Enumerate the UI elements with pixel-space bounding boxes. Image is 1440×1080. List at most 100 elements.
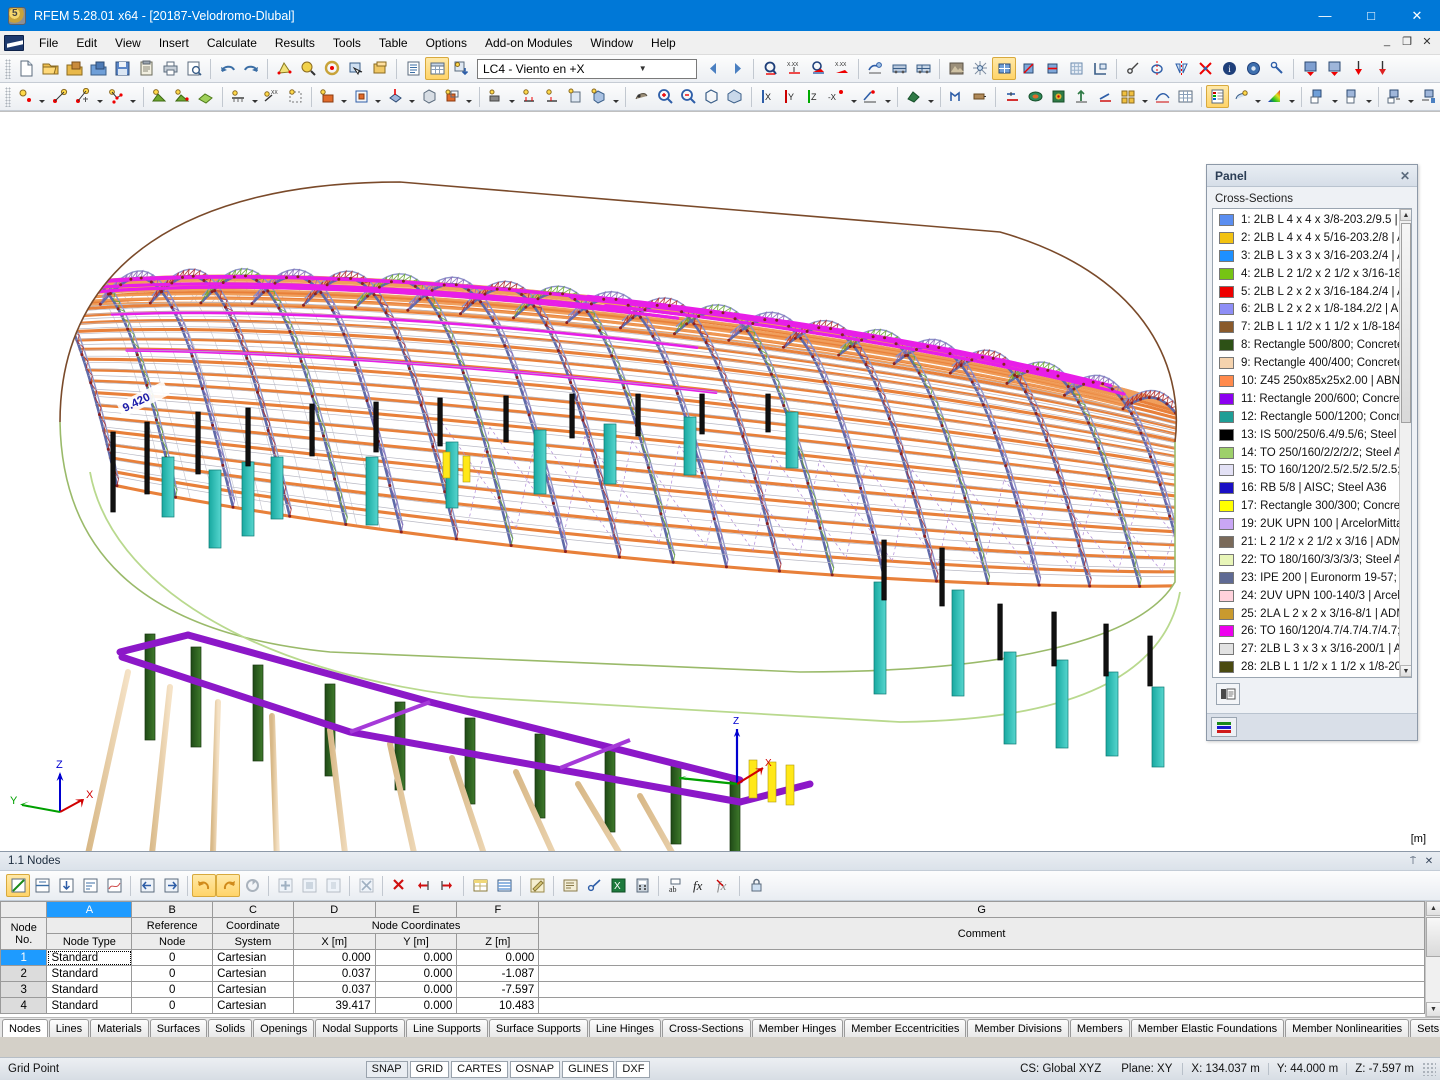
- colors-button[interactable]: [1229, 85, 1252, 108]
- table-paste-button[interactable]: [321, 874, 345, 897]
- tab-member-eccentricities[interactable]: Member Eccentricities: [844, 1019, 966, 1037]
- show-nodes-button[interactable]: [992, 57, 1016, 80]
- table-row[interactable]: 2Standard0Cartesian0.0370.000-1.087: [1, 966, 1425, 982]
- node-type-cell[interactable]: Standard: [47, 950, 132, 966]
- z-coordinate-cell[interactable]: 10.483: [457, 998, 539, 1014]
- tab-line-supports[interactable]: Line Supports: [406, 1019, 488, 1037]
- load-case-new-button[interactable]: [449, 57, 473, 80]
- select-objects-button[interactable]: [344, 57, 368, 80]
- menu-calculate[interactable]: Calculate: [198, 33, 266, 53]
- snap-settings-button[interactable]: [1088, 57, 1112, 80]
- load-values-button[interactable]: X.XX: [782, 57, 806, 80]
- new-window-button[interactable]: [368, 57, 392, 80]
- status-toggle-snap[interactable]: SNAP: [366, 1061, 408, 1078]
- cross-section-row[interactable]: 8: Rectangle 500/800; Concrete f': [1213, 336, 1411, 354]
- rotate-button[interactable]: [1145, 57, 1169, 80]
- tab-line-hinges[interactable]: Line Hinges: [589, 1019, 661, 1037]
- table-calculator-button[interactable]: [630, 874, 654, 897]
- open-file-button[interactable]: [38, 57, 62, 80]
- delete-selection-button[interactable]: [1193, 57, 1217, 80]
- view-x-button[interactable]: X: [756, 85, 779, 108]
- zoom-extents-button[interactable]: [700, 85, 723, 108]
- scroll-up-arrow[interactable]: ▲: [1400, 209, 1412, 221]
- table-add-button[interactable]: [273, 874, 297, 897]
- chevron-down-icon[interactable]: ▼: [590, 64, 697, 73]
- copy-stage-button[interactable]: [564, 85, 587, 108]
- new-nodal-load-dropdown[interactable]: [339, 85, 350, 108]
- tab-solids[interactable]: Solids: [208, 1019, 252, 1037]
- render-model-button[interactable]: [944, 57, 968, 80]
- undo-button[interactable]: [215, 57, 239, 80]
- mdi-close-button[interactable]: ✕: [1418, 33, 1436, 49]
- tab-member-nonlinearities[interactable]: Member Nonlinearities: [1285, 1019, 1409, 1037]
- show-loads-button[interactable]: [758, 57, 782, 80]
- new-polyline-dropdown[interactable]: [128, 85, 139, 108]
- menu-help[interactable]: Help: [642, 33, 685, 53]
- result-diagram-1-button[interactable]: [1298, 57, 1322, 80]
- table-vertical-scrollbar[interactable]: ▲ ▼: [1425, 901, 1440, 1017]
- x-coordinate-cell[interactable]: 0.000: [293, 950, 375, 966]
- comment-cell[interactable]: [539, 998, 1425, 1014]
- color-surface-button[interactable]: [1024, 85, 1047, 108]
- table-formula-button[interactable]: fx: [687, 874, 711, 897]
- tab-member-elastic-foundations[interactable]: Member Elastic Foundations: [1131, 1019, 1284, 1037]
- status-toggle-osnap[interactable]: OSNAP: [510, 1061, 561, 1078]
- new-line-dropdown[interactable]: [94, 85, 105, 108]
- zoom-out-button[interactable]: [677, 85, 700, 108]
- mdi-minimize-button[interactable]: _: [1378, 33, 1396, 49]
- node-number-cell[interactable]: 3: [1, 982, 47, 998]
- menu-view[interactable]: View: [106, 33, 150, 53]
- new-node-button[interactable]: [14, 85, 37, 108]
- previous-load-case-button[interactable]: [701, 57, 725, 80]
- cross-section-row[interactable]: 28: 2LB L 1 1/2 x 1 1/2 x 1/8-200/: [1213, 658, 1411, 676]
- result-curve-button[interactable]: [1151, 85, 1174, 108]
- cross-section-row[interactable]: 2: 2LB L 4 x 4 x 5/16-203.2/8 | AD: [1213, 229, 1411, 247]
- menu-tools[interactable]: Tools: [324, 33, 370, 53]
- new-nodal-load-button[interactable]: [316, 85, 339, 108]
- menu-file[interactable]: File: [30, 33, 67, 53]
- view-z-button[interactable]: Z: [802, 85, 825, 108]
- print-button[interactable]: [158, 57, 182, 80]
- new-surface-load-dropdown[interactable]: [407, 85, 418, 108]
- result-table-button[interactable]: [1174, 85, 1197, 108]
- tab-materials[interactable]: Materials: [90, 1019, 149, 1037]
- table-row[interactable]: 3Standard0Cartesian0.0370.000-7.597: [1, 982, 1425, 998]
- node-type-cell[interactable]: Standard: [47, 998, 132, 1014]
- reference-node-cell[interactable]: 0: [132, 950, 213, 966]
- x-coordinate-cell[interactable]: 39.417: [293, 998, 375, 1014]
- render-quality-2-dropdown[interactable]: [1363, 85, 1374, 108]
- coordinate-system-cell[interactable]: Cartesian: [213, 966, 294, 982]
- column-letter-g[interactable]: G: [539, 902, 1425, 918]
- wireframe-button[interactable]: [968, 57, 992, 80]
- table-insert-left-button[interactable]: [411, 874, 435, 897]
- zoom-in-button[interactable]: [653, 85, 676, 108]
- pan-button[interactable]: [630, 85, 653, 108]
- solid-color-button[interactable]: [1047, 85, 1070, 108]
- table-redo-button[interactable]: [216, 874, 240, 897]
- table-remove-formula-button[interactable]: fx: [711, 874, 735, 897]
- z-coordinate-cell[interactable]: -1.087: [457, 966, 539, 982]
- table-row[interactable]: 1Standard0Cartesian0.0000.0000.000: [1, 950, 1425, 966]
- table-pin-icon[interactable]: ⍑: [1406, 854, 1420, 868]
- mdi-restore-button[interactable]: ❐: [1398, 33, 1416, 49]
- table-chart-button[interactable]: [102, 874, 126, 897]
- colors-dropdown[interactable]: [1253, 85, 1264, 108]
- cross-section-scrollbar[interactable]: ▲ ▼: [1399, 209, 1411, 677]
- tab-surfaces[interactable]: Surfaces: [150, 1019, 207, 1037]
- result-diagram-2-button[interactable]: [1322, 57, 1346, 80]
- table-scrollbar-thumb[interactable]: [1426, 917, 1440, 957]
- measure-button[interactable]: [1121, 57, 1145, 80]
- status-toggle-dxf[interactable]: DXF: [616, 1061, 650, 1078]
- table-filter-button[interactable]: [582, 874, 606, 897]
- menu-options[interactable]: Options: [417, 33, 476, 53]
- tab-openings[interactable]: Openings: [253, 1019, 314, 1037]
- resize-grip[interactable]: [1422, 1062, 1436, 1076]
- new-solid-button[interactable]: [171, 85, 194, 108]
- cross-section-row[interactable]: 27: 2LB L 3 x 3 x 3/16-200/1 | ADM: [1213, 640, 1411, 658]
- tab-nodal-supports[interactable]: Nodal Supports: [315, 1019, 405, 1037]
- new-surface-load-button[interactable]: [384, 85, 407, 108]
- z-coordinate-cell[interactable]: 0.000: [457, 950, 539, 966]
- table-insert-row-button[interactable]: [30, 874, 54, 897]
- show-grid-button[interactable]: [1064, 57, 1088, 80]
- comment-cell[interactable]: [539, 982, 1425, 998]
